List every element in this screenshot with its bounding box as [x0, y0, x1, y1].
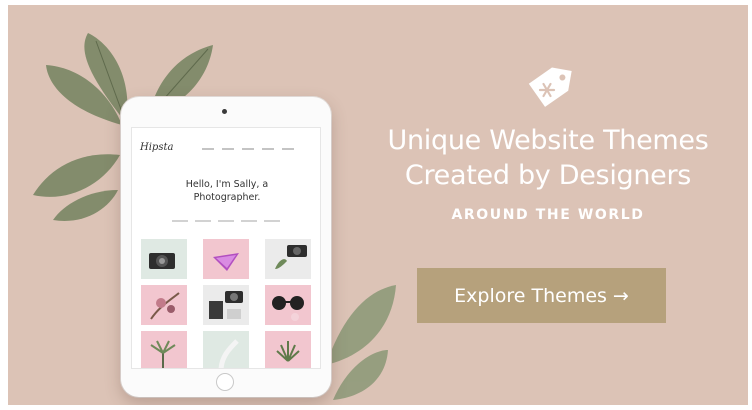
headline-line-2: Created by Designers	[404, 160, 692, 191]
tablet-home-button	[216, 373, 234, 391]
photo-tile-sunglasses	[265, 285, 311, 325]
subline: AROUND THE WORLD	[451, 207, 645, 223]
photo-tile-vase	[203, 331, 249, 368]
headline-line-1: Unique Website Themes	[387, 125, 709, 156]
tablet-screen: Hipsta Hello, I'm Sally, a Photographer.	[131, 127, 321, 369]
tablet-mockup: Hipsta Hello, I'm Sally, a Photographer.	[121, 97, 331, 397]
site-logo: Hipsta	[140, 142, 174, 153]
explore-themes-button[interactable]: Explore Themes →	[417, 268, 666, 323]
site-heading: Hello, I'm Sally, a Photographer.	[185, 179, 269, 203]
promo-banner[interactable]: Hipsta Hello, I'm Sally, a Photographer.	[8, 5, 748, 405]
photo-tile-gear	[203, 285, 249, 325]
tablet-camera	[222, 109, 227, 114]
photo-tile-camera-plant	[265, 239, 311, 279]
photo-tile-camera	[141, 239, 187, 279]
leaves-illustration	[33, 33, 396, 400]
photo-tile-palm	[141, 331, 187, 368]
arrow-right-icon: →	[612, 284, 629, 307]
photo-tile-flower	[141, 285, 187, 325]
photo-tile-pineapple	[265, 331, 311, 368]
photo-tile-watermelon	[203, 239, 249, 279]
portfolio-filters	[172, 220, 280, 222]
headline: Unique Website Themes Created by Designe…	[353, 123, 743, 193]
site-nav	[202, 148, 294, 150]
explore-themes-label: Explore Themes	[454, 284, 607, 307]
price-tag-icon	[528, 67, 572, 107]
